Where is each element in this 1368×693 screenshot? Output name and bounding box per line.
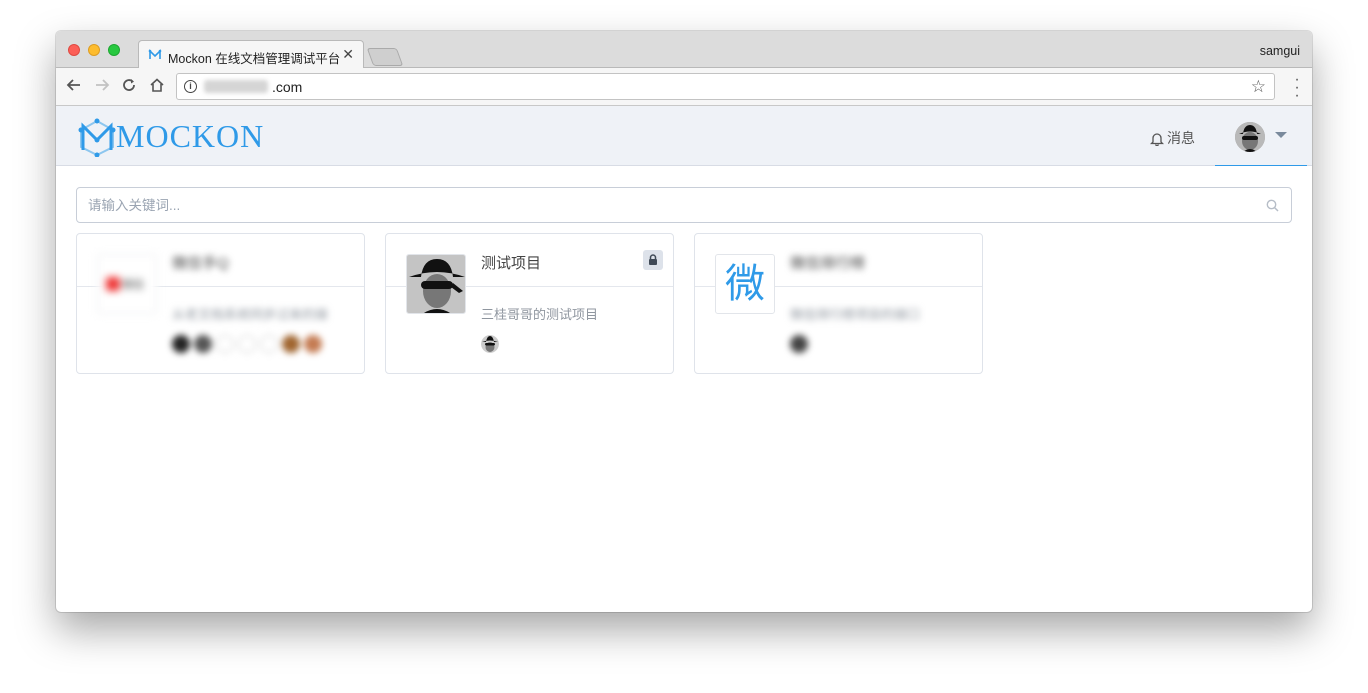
project-card[interactable]: 测试项目 三桂哥哥的测试项目 <box>385 233 674 374</box>
menu-icon[interactable]: · · · <box>1294 72 1300 104</box>
star-icon[interactable]: ☆ <box>1251 77 1266 97</box>
notifications-button[interactable]: 消息 <box>1150 128 1195 148</box>
info-icon[interactable]: i <box>184 80 197 93</box>
member-avatar[interactable] <box>238 335 256 353</box>
app-header: MOCKON 消息 <box>56 106 1312 166</box>
window-close-button[interactable] <box>68 44 80 56</box>
project-thumbnail: 微信 <box>97 254 157 314</box>
back-icon[interactable] <box>65 77 83 95</box>
member-avatar[interactable] <box>304 335 322 353</box>
member-avatar[interactable] <box>260 335 278 353</box>
member-avatar[interactable] <box>216 335 234 353</box>
url-text: .com <box>272 79 303 95</box>
project-description: 微信排行榜项目的接口 <box>790 307 921 322</box>
project-search <box>76 187 1292 223</box>
project-description: 三桂哥哥的测试项目 <box>481 307 599 322</box>
browser-titlebar: Mockon 在线文档管理调试平台 ✕ samgui <box>56 31 1312 69</box>
project-thumb-text: 微 <box>725 262 765 306</box>
project-thumbnail <box>406 254 466 314</box>
close-icon[interactable]: ✕ <box>342 46 354 63</box>
user-avatar[interactable] <box>1235 122 1265 152</box>
search-input[interactable] <box>77 188 1291 222</box>
user-menu[interactable] <box>1215 106 1307 166</box>
url-blurred-domain <box>204 80 268 93</box>
project-card[interactable]: 微信 微信手Q 从老文档系统同步过来的接 <box>76 233 365 374</box>
member-avatar[interactable] <box>172 335 190 353</box>
notifications-label: 消息 <box>1167 130 1195 146</box>
bell-icon <box>1150 132 1164 146</box>
browser-window: Mockon 在线文档管理调试平台 ✕ samgui i .com ☆ · · · <box>56 31 1312 612</box>
project-members <box>790 335 808 353</box>
tab-title: Mockon 在线文档管理调试平台 <box>168 52 341 66</box>
member-avatar[interactable] <box>481 335 499 353</box>
browser-toolbar: i .com ☆ · · · <box>56 68 1312 106</box>
forward-icon[interactable] <box>93 77 111 95</box>
window-maximize-button[interactable] <box>108 44 120 56</box>
project-title[interactable]: 测试项目 <box>481 252 541 273</box>
project-members <box>481 335 499 353</box>
chevron-down-icon[interactable] <box>1275 132 1287 138</box>
logo-text[interactable]: MOCKON <box>116 118 264 155</box>
browser-tab-active[interactable]: Mockon 在线文档管理调试平台 ✕ <box>138 40 364 69</box>
search-icon[interactable] <box>1266 199 1279 212</box>
member-avatar[interactable] <box>282 335 300 353</box>
project-title[interactable]: 微信排行榜 <box>790 252 865 273</box>
project-thumbnail: 微 <box>715 254 775 314</box>
window-minimize-button[interactable] <box>88 44 100 56</box>
reload-icon[interactable] <box>120 77 138 95</box>
new-tab-button[interactable] <box>366 48 404 66</box>
github-icon[interactable] <box>790 335 808 353</box>
favicon-icon <box>148 49 162 59</box>
project-card[interactable]: 微 微信排行榜 微信排行榜项目的接口 <box>694 233 983 374</box>
project-thumb-text: 微信 <box>122 279 144 291</box>
project-title[interactable]: 微信手Q <box>172 252 229 273</box>
mockon-logo-icon <box>78 118 116 157</box>
lock-icon <box>643 250 663 270</box>
project-members <box>172 335 322 353</box>
address-bar[interactable]: i .com ☆ <box>176 73 1275 100</box>
member-avatar[interactable] <box>194 335 212 353</box>
project-description: 从老文档系统同步过来的接 <box>172 307 329 322</box>
home-icon[interactable] <box>148 77 166 95</box>
profile-name[interactable]: samgui <box>1260 44 1300 58</box>
